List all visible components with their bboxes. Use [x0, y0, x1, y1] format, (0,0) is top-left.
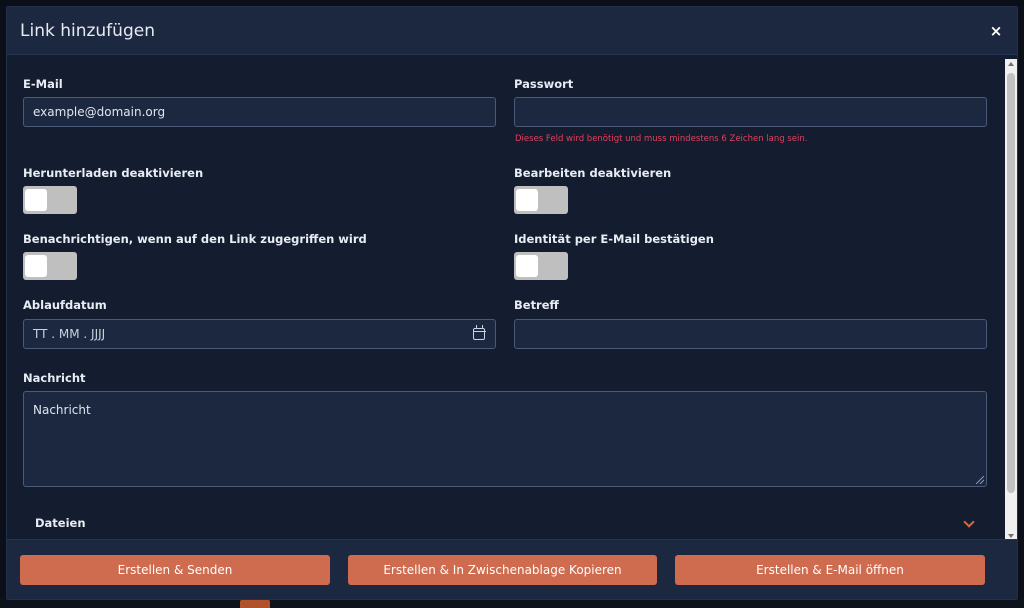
message-placeholder: Nachricht	[33, 403, 91, 417]
modal-body: E-Mail example@domain.org Passwort Diese…	[7, 55, 1017, 541]
password-error: Dieses Feld wird benötigt und muss minde…	[515, 134, 808, 144]
link-modal: Link hinzufügen × E-Mail example@domain.…	[6, 6, 1018, 600]
close-button[interactable]: ×	[989, 22, 1003, 40]
subject-label: Betreff	[514, 298, 559, 312]
verify-identity-label: Identität per E-Mail bestätigen	[514, 232, 714, 246]
verify-identity-toggle[interactable]	[514, 252, 568, 280]
notify-access-toggle[interactable]	[23, 252, 77, 280]
notify-access-label: Benachrichtigen, wenn auf den Link zugeg…	[23, 232, 367, 246]
disable-edit-label: Bearbeiten deaktivieren	[514, 166, 672, 180]
modal-header: Link hinzufügen ×	[7, 7, 1017, 55]
password-label: Passwort	[514, 77, 574, 91]
password-input[interactable]	[514, 97, 987, 127]
chevron-down-icon[interactable]	[963, 516, 975, 528]
modal-footer: Erstellen & Senden Erstellen & In Zwisch…	[7, 539, 1017, 599]
close-icon: ×	[989, 22, 1003, 40]
create-send-button[interactable]: Erstellen & Senden	[20, 555, 330, 585]
modal-scrollbar[interactable]	[1005, 59, 1017, 541]
modal-title: Link hinzufügen	[20, 21, 155, 41]
background-page-chip	[240, 600, 270, 608]
disable-download-label: Herunterladen deaktivieren	[23, 166, 204, 180]
files-accordion-title: Dateien	[35, 516, 86, 530]
disable-edit-toggle[interactable]	[514, 186, 568, 214]
email-label: E-Mail	[23, 77, 63, 91]
email-input[interactable]: example@domain.org	[23, 97, 496, 127]
toggle-knob	[516, 255, 538, 277]
toggle-knob	[516, 189, 538, 211]
create-email-button[interactable]: Erstellen & E-Mail öffnen	[675, 555, 985, 585]
toggle-knob	[25, 189, 47, 211]
expiry-date-placeholder: TT . MM . JJJJ	[33, 327, 106, 341]
scrollbar-thumb[interactable]	[1007, 73, 1015, 493]
scroll-down-icon[interactable]	[1008, 534, 1014, 538]
expiry-date-input[interactable]: TT . MM . JJJJ	[23, 319, 496, 349]
create-copy-button[interactable]: Erstellen & In Zwischenablage Kopieren	[348, 555, 657, 585]
disable-download-toggle[interactable]	[23, 186, 77, 214]
files-accordion[interactable]: Dateien	[23, 506, 987, 541]
message-label: Nachricht	[23, 371, 86, 385]
toggle-knob	[25, 255, 47, 277]
message-textarea[interactable]: Nachricht	[23, 391, 987, 487]
expiry-date-label: Ablaufdatum	[23, 298, 107, 312]
resize-grip-icon[interactable]	[976, 476, 984, 484]
subject-input[interactable]	[514, 319, 987, 349]
calendar-icon[interactable]	[472, 325, 486, 340]
scroll-up-icon[interactable]	[1008, 62, 1014, 66]
